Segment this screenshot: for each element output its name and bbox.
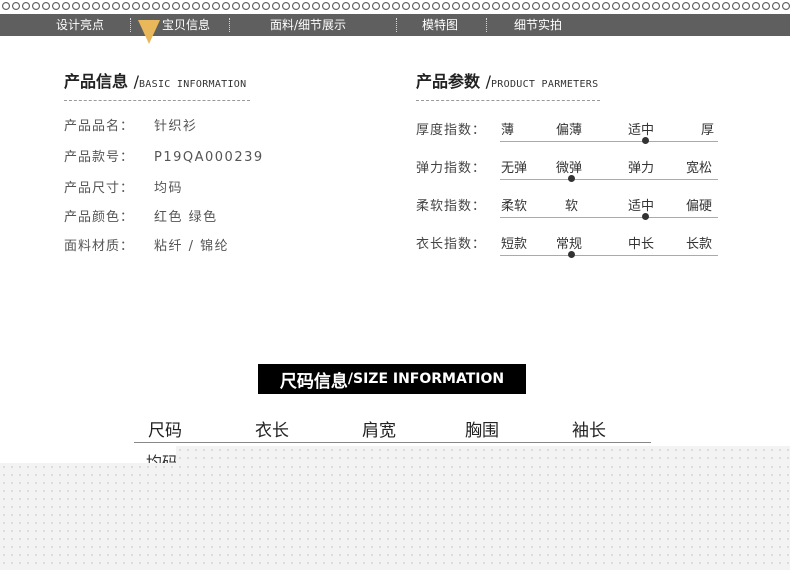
info-row-material: 面料材质： 粘纤 / 锦纶 bbox=[64, 239, 230, 254]
param-option: 适中 bbox=[628, 123, 655, 138]
param-indicator-dot bbox=[568, 175, 575, 182]
size-header-sleeve: 袖长 bbox=[572, 421, 606, 441]
top-nav-bar: 设计亮点 宝贝信息 面料/细节展示 模特图 细节实拍 bbox=[0, 14, 790, 36]
param-row-thickness: 厚度指数： 薄 偏薄 适中 厚 bbox=[416, 119, 720, 155]
basic-info-title: 产品信息 /BASIC INFORMATION bbox=[64, 72, 247, 91]
info-row-size: 产品尺寸： 均码 bbox=[64, 181, 184, 196]
param-option: 适中 bbox=[628, 199, 655, 214]
dotted-background bbox=[0, 463, 790, 570]
size-header-shoulder: 肩宽 bbox=[362, 421, 396, 441]
param-label: 柔软指数： bbox=[416, 199, 487, 214]
param-option: 厚 bbox=[701, 123, 715, 138]
nav-item-product-info[interactable]: 宝贝信息 bbox=[162, 14, 210, 36]
nav-separator bbox=[396, 18, 397, 32]
nav-separator bbox=[229, 18, 230, 32]
param-row-softness: 柔软指数： 柔软 软 适中 偏硬 bbox=[416, 195, 720, 231]
nav-separator bbox=[486, 18, 487, 32]
param-label: 厚度指数： bbox=[416, 123, 487, 138]
param-option: 微弹 bbox=[556, 161, 583, 176]
param-option: 长款 bbox=[686, 237, 713, 252]
size-info-banner: 尺码信息 / SIZE INFORMATION bbox=[258, 364, 526, 394]
param-option: 中长 bbox=[628, 237, 655, 252]
product-params-divider bbox=[416, 100, 600, 101]
size-table-divider bbox=[134, 442, 651, 443]
size-row-partial-text: 均码 bbox=[146, 453, 179, 463]
nav-item-model-photos[interactable]: 模特图 bbox=[422, 14, 458, 36]
product-params-title: 产品参数 /PRODUCT PARMETERS bbox=[416, 72, 599, 91]
param-option: 常规 bbox=[556, 237, 583, 252]
param-row-length: 衣长指数： 短款 常规 中长 长款 bbox=[416, 233, 720, 269]
size-header-size: 尺码 bbox=[148, 421, 182, 441]
param-option: 弹力 bbox=[628, 161, 655, 176]
param-option: 薄 bbox=[501, 123, 515, 138]
param-option: 偏薄 bbox=[556, 123, 583, 138]
info-row-color: 产品颜色： 红色 绿色 bbox=[64, 210, 218, 225]
dotted-background bbox=[176, 446, 790, 463]
size-header-length: 衣长 bbox=[255, 421, 289, 441]
param-label: 弹力指数： bbox=[416, 161, 487, 176]
size-header-chest: 胸围 bbox=[465, 421, 499, 441]
param-scale-line bbox=[500, 179, 718, 180]
param-option: 宽松 bbox=[686, 161, 713, 176]
info-row-name: 产品品名： 针织衫 bbox=[64, 119, 198, 134]
param-indicator-dot bbox=[642, 213, 649, 220]
info-row-style-number: 产品款号： P19QA000239 bbox=[64, 150, 264, 165]
param-option: 偏硬 bbox=[686, 199, 713, 214]
param-option: 软 bbox=[565, 199, 579, 214]
param-label: 衣长指数： bbox=[416, 237, 487, 252]
param-indicator-dot bbox=[642, 137, 649, 144]
nav-item-fabric-details[interactable]: 面料/细节展示 bbox=[270, 14, 346, 36]
param-row-elasticity: 弹力指数： 无弹 微弹 弹力 宽松 bbox=[416, 157, 720, 193]
param-option: 短款 bbox=[501, 237, 528, 252]
nav-separator bbox=[130, 18, 131, 32]
param-scale-line bbox=[500, 217, 718, 218]
basic-info-divider bbox=[64, 100, 250, 101]
param-indicator-dot bbox=[568, 251, 575, 258]
nav-item-detail-photos[interactable]: 细节实拍 bbox=[514, 14, 562, 36]
param-scale-line bbox=[500, 255, 718, 256]
param-option: 无弹 bbox=[501, 161, 528, 176]
decorative-chain-border bbox=[0, 0, 790, 12]
active-nav-marker-icon bbox=[138, 20, 160, 44]
param-scale-line bbox=[500, 141, 718, 142]
param-option: 柔软 bbox=[501, 199, 528, 214]
nav-item-design-highlights[interactable]: 设计亮点 bbox=[56, 14, 104, 36]
